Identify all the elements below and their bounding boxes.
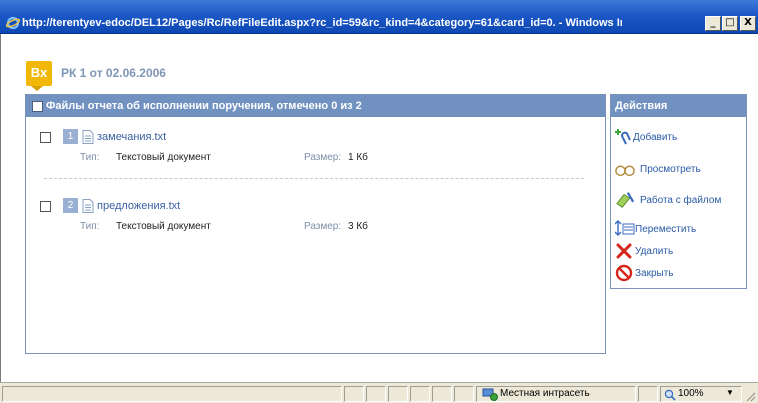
- add-action-label: Добавить: [633, 132, 678, 143]
- close-action-label: Закрыть: [635, 268, 674, 279]
- file-size-label: Размер:: [304, 221, 342, 232]
- file-type-label: Тип:: [80, 221, 100, 232]
- delete-action-label: Удалить: [635, 246, 674, 257]
- file-type-label: Тип:: [80, 152, 100, 163]
- minimize-button[interactable]: _: [705, 16, 721, 31]
- file-list-item: 1 замечания.txt Тип: Текстовый документ …: [26, 128, 605, 172]
- view-action-label: Просмотреть: [640, 164, 701, 175]
- move-action[interactable]: Переместить: [615, 219, 745, 239]
- file-work-action-label: Работа с файлом: [640, 195, 722, 206]
- status-cell: [410, 386, 430, 402]
- text-file-icon: [82, 199, 94, 213]
- file-checkbox[interactable]: [40, 132, 51, 143]
- text-file-icon: [82, 130, 94, 144]
- files-panel-header: Файлы отчета об исполнении поручения, от…: [26, 95, 605, 117]
- file-size-value: 1 Кб: [348, 152, 368, 163]
- close-action[interactable]: Закрыть: [615, 263, 745, 283]
- intranet-zone-icon: [482, 388, 498, 401]
- add-action[interactable]: Добавить: [615, 127, 745, 147]
- file-size-label: Размер:: [304, 152, 342, 163]
- move-action-label: Переместить: [635, 224, 697, 235]
- window-titlebar: http://terentyev-edoc/DEL12/Pages/Rc/Ref…: [0, 0, 758, 34]
- window-title: http://terentyev-edoc/DEL12/Pages/Rc/Ref…: [22, 17, 622, 29]
- file-type-value: Текстовый документ: [116, 221, 211, 232]
- page-title: РК 1 от 02.06.2006: [61, 66, 166, 80]
- files-panel-title: Файлы отчета об исполнении поручения, от…: [46, 100, 362, 112]
- file-name-link[interactable]: замечания.txt: [97, 131, 166, 143]
- file-size-value: 3 Кб: [348, 221, 368, 232]
- file-number: 1: [63, 129, 78, 144]
- status-cell: [638, 386, 658, 402]
- status-cell: [366, 386, 386, 402]
- window-frame-edge: [0, 34, 8, 389]
- resize-grip-icon[interactable]: [744, 390, 756, 402]
- incoming-badge: Вх: [26, 61, 52, 86]
- maximize-button[interactable]: □: [722, 16, 738, 31]
- item-divider: [44, 178, 584, 179]
- status-bar: Местная интрасеть 100% ▼: [0, 382, 758, 403]
- file-number: 2: [63, 198, 78, 213]
- status-cell: [432, 386, 452, 402]
- status-cell: [454, 386, 474, 402]
- move-icon: [615, 220, 635, 236]
- security-zone-text: Местная интрасеть: [500, 388, 590, 399]
- badge-tail: [31, 86, 43, 91]
- view-action[interactable]: Просмотреть: [615, 159, 745, 179]
- file-type-value: Текстовый документ: [116, 152, 211, 163]
- file-list-item: 2 предложения.txt Тип: Текстовый докумен…: [26, 197, 605, 241]
- file-work-action[interactable]: Работа с файлом: [615, 190, 745, 210]
- ie-logo-icon: [6, 16, 20, 30]
- file-checkbox[interactable]: [40, 201, 51, 212]
- add-paperclip-icon: [615, 129, 631, 145]
- status-cell: [388, 386, 408, 402]
- close-window-button[interactable]: X: [740, 16, 756, 31]
- glasses-icon: [615, 165, 635, 177]
- edit-file-icon: [616, 192, 635, 208]
- delete-icon: [616, 243, 632, 259]
- files-panel: Файлы отчета об исполнении поручения, от…: [25, 94, 606, 354]
- close-circle-icon: [615, 264, 633, 282]
- zoom-level-text: 100%: [678, 388, 704, 399]
- zoom-dropdown-icon[interactable]: ▼: [726, 388, 734, 397]
- status-cell: [344, 386, 364, 402]
- actions-panel: Действия Добавить Просмотреть Работа с ф…: [610, 94, 747, 289]
- select-all-checkbox[interactable]: [32, 100, 43, 112]
- delete-action[interactable]: Удалить: [615, 241, 745, 261]
- file-name-link[interactable]: предложения.txt: [97, 200, 180, 212]
- zoom-icon: [664, 389, 676, 401]
- status-text-cell: [2, 386, 342, 402]
- actions-panel-header: Действия: [611, 95, 746, 117]
